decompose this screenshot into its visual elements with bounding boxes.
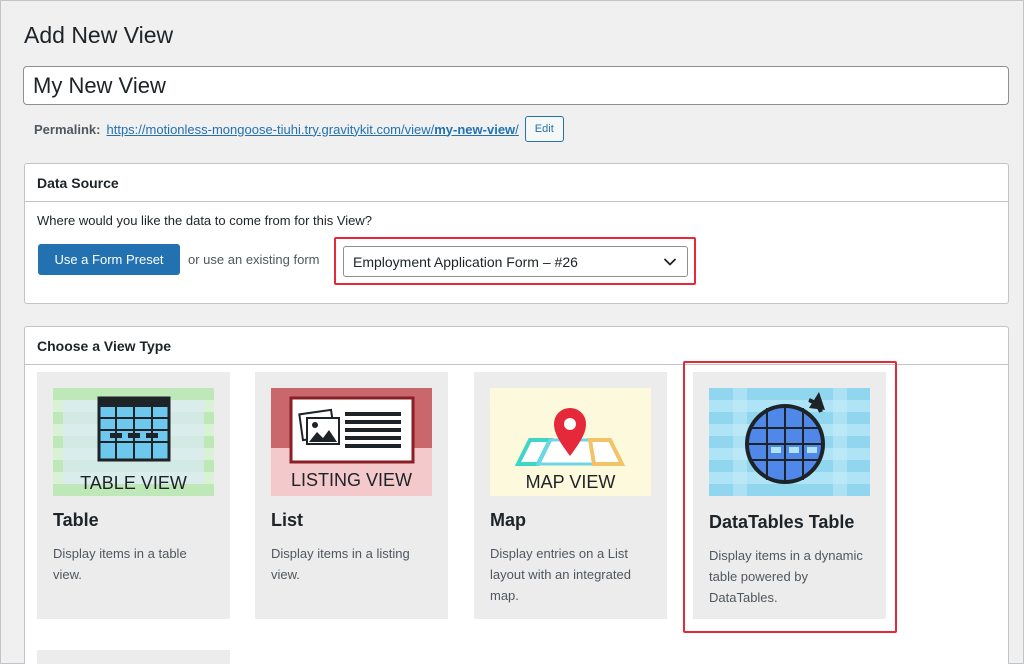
view-type-card-table[interactable]: TABLE VIEW Table Display items in a tabl… (37, 372, 230, 619)
permalink-row: Permalink: https://motionless-mongoose-t… (34, 116, 564, 142)
view-type-card-datatables[interactable]: DataTables Table Display items in a dyna… (693, 372, 886, 619)
view-type-heading: Choose a View Type (25, 327, 1008, 365)
table-view-thumb-label: TABLE VIEW (80, 473, 187, 493)
map-view-thumb-label: MAP VIEW (526, 472, 616, 492)
list-card-description: Display items in a listing view. (271, 546, 410, 582)
existing-form-select[interactable]: Employment Application Form – #26 (343, 246, 688, 277)
view-type-card-map[interactable]: MAP VIEW Map Display entries on a List l… (474, 372, 667, 619)
use-form-preset-button[interactable]: Use a Form Preset (38, 244, 180, 275)
map-card-title: Map (490, 510, 526, 530)
map-view-thumbnail: MAP VIEW (490, 388, 651, 496)
datatables-thumbnail (709, 388, 870, 496)
datatables-card-title: DataTables Table (709, 512, 855, 532)
view-type-card-list[interactable]: LISTING VIEW List Display items in a lis… (255, 372, 448, 619)
permalink-url-base: https://motionless-mongoose-tiuhi.try.gr… (106, 121, 435, 137)
page-title: Add New View (24, 22, 174, 48)
list-card-title: List (271, 510, 304, 530)
view-title-input[interactable] (23, 66, 1009, 105)
listing-view-thumb-label: LISTING VIEW (291, 470, 412, 490)
table-card-description: Display items in a table view. (53, 546, 187, 582)
data-source-question: Where would you like the data to come fr… (37, 213, 373, 228)
or-existing-form-text: or use an existing form (188, 252, 320, 267)
map-card-description: Display entries on a List layout with an… (490, 546, 631, 603)
view-type-card-partial[interactable] (37, 650, 230, 664)
permalink-link[interactable]: https://motionless-mongoose-tiuhi.try.gr… (106, 122, 518, 137)
permalink-url-end: / (515, 121, 519, 137)
data-source-heading: Data Source (25, 164, 1008, 202)
table-card-title: Table (53, 510, 99, 530)
datatables-card-description: Display items in a dynamic table powered… (709, 548, 863, 605)
chevron-down-icon (664, 258, 676, 265)
listing-view-thumbnail: LISTING VIEW (271, 388, 432, 496)
permalink-slug: my-new-view (434, 121, 516, 137)
data-source-box: Data Source Where would you like the dat… (24, 163, 1009, 304)
edit-permalink-button[interactable]: Edit (524, 116, 564, 142)
selected-form-value: Employment Application Form – #26 (353, 253, 578, 270)
table-view-thumbnail: TABLE VIEW (53, 388, 214, 496)
permalink-label: Permalink: (34, 121, 101, 137)
